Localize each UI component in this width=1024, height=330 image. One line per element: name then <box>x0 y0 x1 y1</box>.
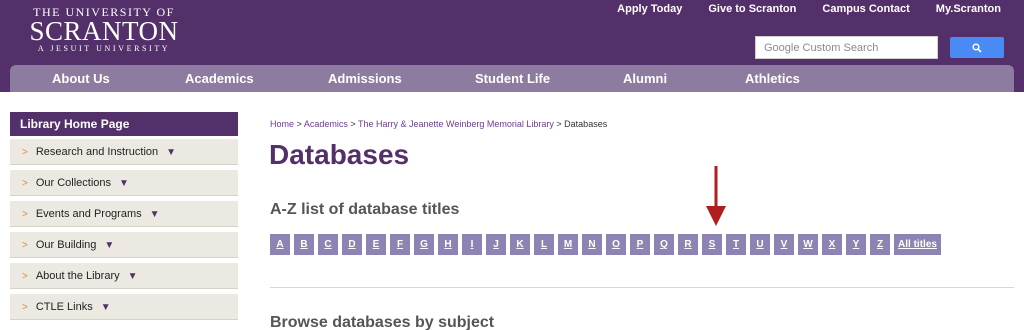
nav-student-life[interactable]: Student Life <box>475 65 550 92</box>
letter-g-button[interactable]: G <box>414 234 434 255</box>
letter-a-button[interactable]: A <box>270 234 290 255</box>
letter-b-button[interactable]: B <box>294 234 314 255</box>
annotation-arrow-icon <box>706 166 726 226</box>
letter-j-button[interactable]: J <box>486 234 506 255</box>
nav-academics[interactable]: Academics <box>185 65 254 92</box>
breadcrumb-separator: > <box>556 119 562 129</box>
letter-i-button[interactable]: I <box>462 234 482 255</box>
section-divider <box>270 287 1014 288</box>
sidebar-item-label: About the Library <box>35 270 120 282</box>
sidebar-item-label: Our Building <box>35 239 97 251</box>
letter-k-button[interactable]: K <box>510 234 530 255</box>
letter-t-button[interactable]: T <box>726 234 746 255</box>
letter-c-button[interactable]: C <box>318 234 338 255</box>
browse-by-subject-heading: Browse databases by subject <box>270 314 495 330</box>
nav-alumni[interactable]: Alumni <box>623 65 667 92</box>
letter-n-button[interactable]: N <box>582 234 602 255</box>
page-title: Databases <box>269 139 410 170</box>
letter-f-button[interactable]: F <box>390 234 410 255</box>
breadcrumb-separator: > <box>296 119 302 129</box>
sidebar-item-ctle[interactable]: > CTLE Links ▼ <box>10 294 238 320</box>
campus-contact-link[interactable]: Campus Contact <box>809 2 922 16</box>
arrow-right-icon: > <box>22 302 28 313</box>
letter-s-button[interactable]: S <box>702 234 722 255</box>
main-nav: About Us Academics Admissions Student Li… <box>10 65 1014 92</box>
letter-h-button[interactable]: H <box>438 234 458 255</box>
caret-down-icon: ▼ <box>149 209 160 220</box>
give-to-scranton-link[interactable]: Give to Scranton <box>695 2 809 16</box>
search-input[interactable]: Google Custom Search <box>755 36 938 59</box>
sidebar-item-research[interactable]: > Research and Instruction ▼ <box>10 139 238 165</box>
caret-down-icon: ▼ <box>127 271 138 282</box>
sidebar-item-label: Events and Programs <box>35 208 142 220</box>
sidebar-item-events[interactable]: > Events and Programs ▼ <box>10 201 238 227</box>
all-titles-button[interactable]: All titles <box>894 234 941 255</box>
nav-about-us[interactable]: About Us <box>52 65 110 92</box>
letter-x-button[interactable]: X <box>822 234 842 255</box>
letter-d-button[interactable]: D <box>342 234 362 255</box>
breadcrumb: Home > Academics > The Harry & Jeanette … <box>270 118 607 130</box>
logo-line-2: SCRANTON <box>29 16 179 46</box>
az-list-heading: A-Z list of database titles <box>270 201 460 218</box>
caret-down-icon: ▼ <box>104 240 115 251</box>
arrow-right-icon: > <box>22 178 28 189</box>
arrow-right-icon: > <box>22 240 28 251</box>
utility-links: Apply Today Give to Scranton Campus Cont… <box>604 2 1014 16</box>
nav-athletics[interactable]: Athletics <box>745 65 800 92</box>
arrow-right-icon: > <box>22 271 28 282</box>
sidebar-item-label: Our Collections <box>35 177 112 189</box>
sidebar-item-collections[interactable]: > Our Collections ▼ <box>10 170 238 196</box>
letter-y-button[interactable]: Y <box>846 234 866 255</box>
letter-l-button[interactable]: L <box>534 234 554 255</box>
letter-o-button[interactable]: O <box>606 234 626 255</box>
letter-p-button[interactable]: P <box>630 234 650 255</box>
university-logo[interactable]: THE UNIVERSITY OF SCRANTON A JESUIT UNIV… <box>24 6 184 54</box>
letter-u-button[interactable]: U <box>750 234 770 255</box>
apply-today-link[interactable]: Apply Today <box>604 2 695 16</box>
nav-admissions[interactable]: Admissions <box>328 65 402 92</box>
az-letter-bar: A B C D E F G H I J K L M N O P Q R S T … <box>270 234 941 255</box>
breadcrumb-academics[interactable]: Academics <box>304 119 348 129</box>
sidebar-item-building[interactable]: > Our Building ▼ <box>10 232 238 258</box>
my-scranton-link[interactable]: My.Scranton <box>923 2 1014 16</box>
breadcrumb-library[interactable]: The Harry & Jeanette Weinberg Memorial L… <box>358 119 554 129</box>
search-icon <box>972 42 982 53</box>
breadcrumb-separator: > <box>350 119 356 129</box>
sidebar-item-label: CTLE Links <box>35 301 93 313</box>
caret-down-icon: ▼ <box>100 302 111 313</box>
sidebar-heading[interactable]: Library Home Page <box>10 112 238 136</box>
letter-r-button[interactable]: R <box>678 234 698 255</box>
site-header: THE UNIVERSITY OF SCRANTON A JESUIT UNIV… <box>0 0 1024 92</box>
sidebar-item-about[interactable]: > About the Library ▼ <box>10 263 238 289</box>
caret-down-icon: ▼ <box>166 147 177 158</box>
breadcrumb-home[interactable]: Home <box>270 119 294 129</box>
letter-v-button[interactable]: V <box>774 234 794 255</box>
letter-z-button[interactable]: Z <box>870 234 890 255</box>
sidebar-item-label: Research and Instruction <box>35 146 159 158</box>
breadcrumb-current: Databases <box>564 119 608 129</box>
arrow-right-icon: > <box>22 209 28 220</box>
letter-q-button[interactable]: Q <box>654 234 674 255</box>
search-button[interactable] <box>950 37 1004 58</box>
logo-line-3: A JESUIT UNIVERSITY <box>37 44 171 53</box>
caret-down-icon: ▼ <box>119 178 129 189</box>
arrow-right-icon: > <box>22 147 28 158</box>
letter-w-button[interactable]: W <box>798 234 818 255</box>
letter-m-button[interactable]: M <box>558 234 578 255</box>
letter-e-button[interactable]: E <box>366 234 386 255</box>
